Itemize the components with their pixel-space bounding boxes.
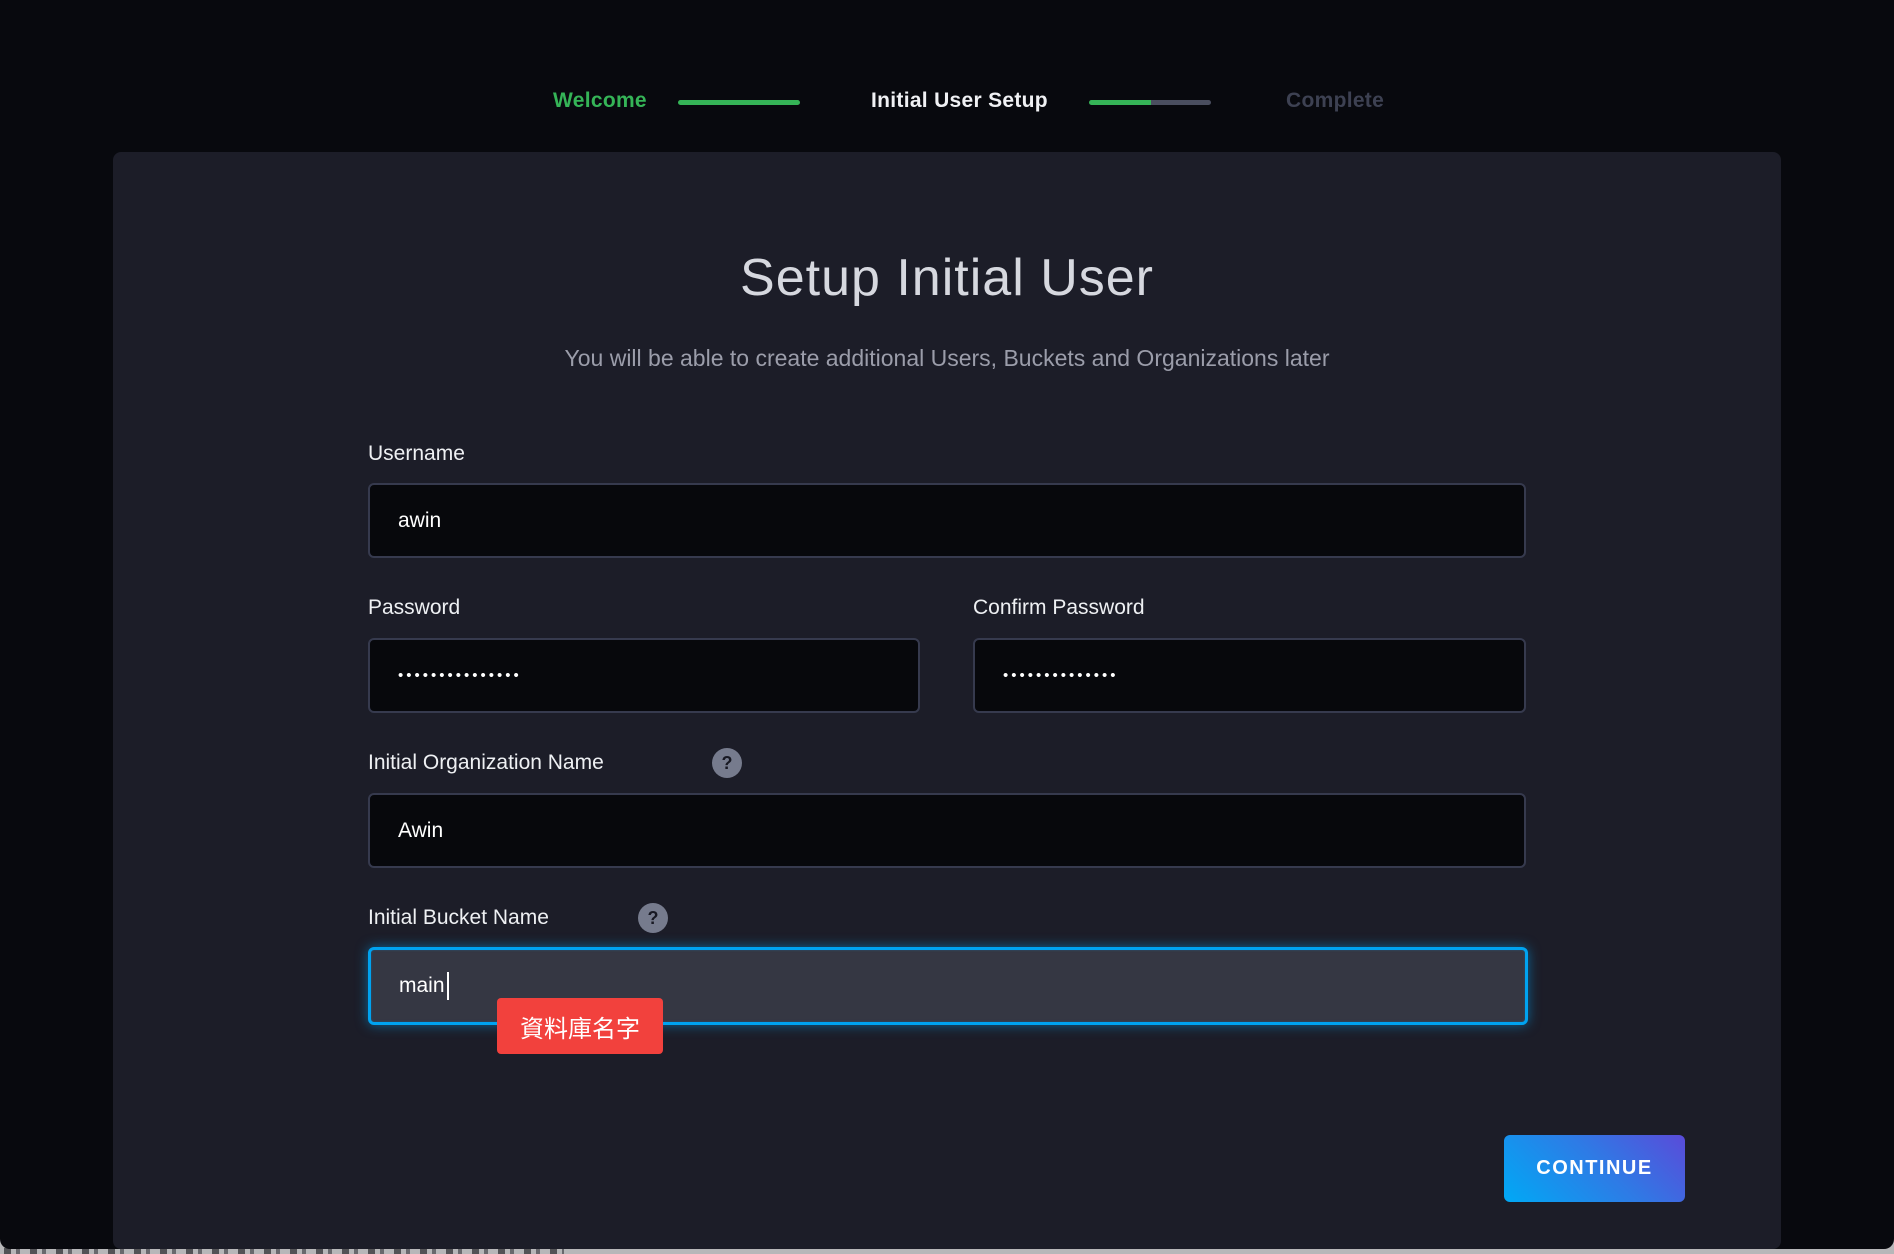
- text-cursor: [447, 972, 449, 1000]
- confirm-password-masked-value: ••••••••••••••: [1003, 667, 1119, 684]
- username-label: Username: [368, 442, 465, 466]
- confirm-password-label: Confirm Password: [973, 596, 1145, 620]
- confirm-password-input[interactable]: ••••••••••••••: [973, 638, 1526, 713]
- username-value: awin: [398, 509, 441, 533]
- bucket-name-tooltip: 資料庫名字: [497, 998, 663, 1054]
- stepper-step-complete[interactable]: Complete: [1286, 89, 1384, 113]
- page-title: Setup Initial User: [113, 248, 1781, 308]
- app-window: Welcome Initial User Setup Complete Setu…: [0, 0, 1894, 1249]
- stepper-progress-initial-user-setup: [1089, 100, 1211, 105]
- username-input[interactable]: awin: [368, 483, 1526, 558]
- org-help-question-mark-icon[interactable]: ?: [712, 748, 742, 778]
- initial-org-name-label: Initial Organization Name: [368, 751, 604, 775]
- initial-bucket-name-label: Initial Bucket Name: [368, 906, 549, 930]
- stepper-step-welcome[interactable]: Welcome: [553, 89, 647, 113]
- initial-bucket-name-value: main: [399, 974, 445, 998]
- setup-panel: Setup Initial User You will be able to c…: [113, 152, 1781, 1249]
- stepper-progress-welcome: [678, 100, 800, 105]
- password-input[interactable]: •••••••••••••••: [368, 638, 920, 713]
- initial-org-name-input[interactable]: Awin: [368, 793, 1526, 868]
- bucket-help-question-mark-icon[interactable]: ?: [638, 903, 668, 933]
- password-masked-value: •••••••••••••••: [398, 667, 522, 684]
- initial-org-name-value: Awin: [398, 819, 443, 843]
- continue-button[interactable]: CONTINUE: [1504, 1135, 1685, 1202]
- password-label: Password: [368, 596, 460, 620]
- page-subtitle: You will be able to create additional Us…: [113, 345, 1781, 372]
- stepper-step-initial-user-setup[interactable]: Initial User Setup: [871, 89, 1048, 113]
